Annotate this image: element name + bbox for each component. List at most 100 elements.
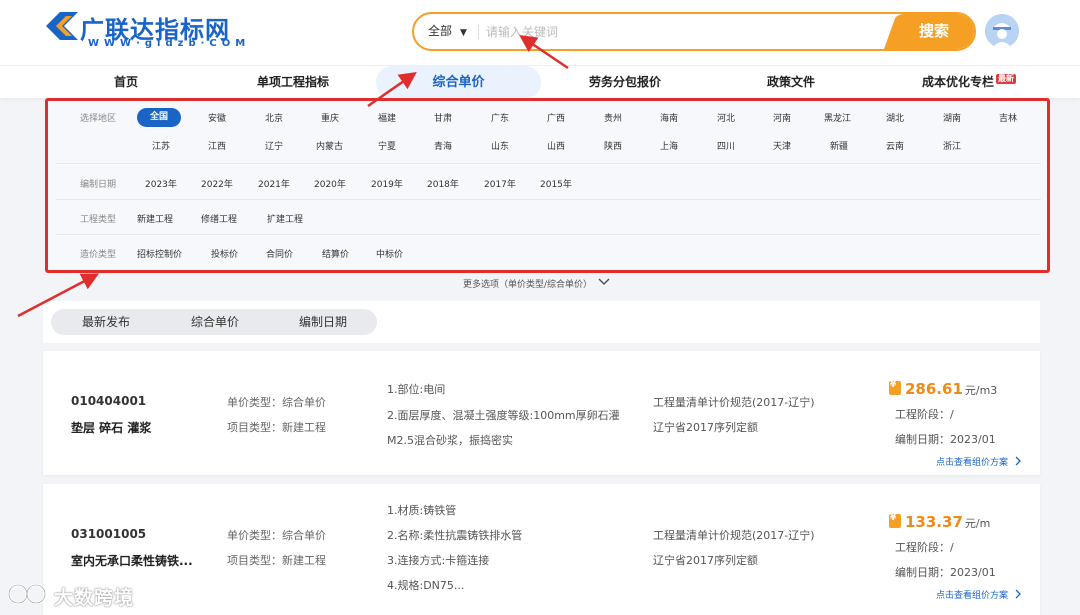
item-desc-line: 3.连接方式:卡箍连接 [387,554,490,567]
unit-price-type: 单价类型：综合单价 [227,529,326,542]
item-title[interactable]: 室内无承口柔性铸铁... [71,552,193,569]
nav-item-labor-quote[interactable]: 劳务分包报价 [589,66,661,99]
sort-date[interactable]: 编制日期 [299,309,347,335]
price-type-option[interactable]: 结算价 [322,247,349,260]
region-option[interactable]: 海南 [660,111,678,124]
price-type-option[interactable]: 中标价 [376,247,403,260]
search-scope-label: 全部 [428,24,453,38]
user-avatar[interactable] [985,14,1019,48]
price-type-option[interactable]: 投标价 [211,247,238,260]
item-norm: 工程量清单计价规范(2017-辽宁) [653,529,815,542]
date-option[interactable]: 2018年 [427,177,459,190]
region-option[interactable]: 天津 [773,139,791,152]
date-option[interactable]: 2022年 [201,177,233,190]
price-tag-icon [889,513,901,528]
search-scope-select[interactable]: 全部 ▼ [428,14,467,49]
item-date: 编制日期：2023/01 [895,433,996,446]
item-title[interactable]: 垫层 碎石 灌浆 [71,419,151,436]
more-options-toggle[interactable]: 更多选项（单价类型/综合单价） [463,277,610,290]
nav-item-project-index[interactable]: 单项工程指标 [257,66,329,99]
sort-bar: 最新发布 综合单价 编制日期 [43,301,1040,343]
project-type-option[interactable]: 新建工程 [137,212,173,225]
date-option[interactable]: 2023年 [145,177,177,190]
region-option[interactable]: 山西 [547,139,565,152]
user-icon [985,14,1019,48]
item-desc-line: 2.名称:柔性抗震铸铁排水管 [387,529,523,542]
logo-url: WWW·gldzb·COM [88,38,251,49]
view-pricing-label: 点击查看组价方案 [936,458,1009,468]
nav-item-home[interactable]: 首页 [114,66,138,99]
view-pricing-link[interactable]: 点击查看组价方案 [936,588,1022,601]
region-option[interactable]: 河北 [717,111,735,124]
region-option[interactable]: 安徽 [208,111,226,124]
view-pricing-link[interactable]: 点击查看组价方案 [936,455,1022,468]
date-option[interactable]: 2019年 [371,177,403,190]
caret-down-icon: ▼ [460,28,467,38]
region-option[interactable]: 全国 [137,108,182,127]
price-type-option[interactable]: 招标控制价 [137,247,182,260]
date-option[interactable]: 2020年 [314,177,346,190]
filter-label-date: 编制日期 [80,180,117,190]
search-input[interactable] [486,14,876,49]
watermark: 大数跨境 [6,580,146,610]
region-option[interactable]: 宁夏 [378,139,396,152]
date-option[interactable]: 2017年 [484,177,516,190]
search-button[interactable]: 搜索 [884,14,974,49]
region-option[interactable]: 浙江 [943,139,961,152]
region-option[interactable]: 广东 [491,111,509,124]
date-option[interactable]: 2015年 [540,177,572,190]
region-option[interactable]: 内蒙古 [316,139,343,152]
filter-label-price-type: 造价类型 [80,250,117,260]
item-desc-line: 2.面层厚度、混凝土强度等级:100mm厚卵石灌 [387,409,620,422]
region-option[interactable]: 青海 [434,139,452,152]
filter-panel: 选择地区 全国 安徽 北京 重庆 福建 甘肃 广东 广西 贵州 海南 河北 河南… [45,98,1050,273]
sort-unit-price[interactable]: 综合单价 [191,309,239,335]
item-code: 031001005 [71,527,147,541]
region-option[interactable]: 甘肃 [434,111,452,124]
chevron-right-icon [1015,589,1021,599]
region-option[interactable]: 云南 [886,139,904,152]
region-option[interactable]: 河南 [773,111,791,124]
search-box: 全部 ▼ 搜索 [412,12,976,51]
site-logo[interactable]: 广联达指标网 WWW·gldzb·COM [42,10,252,50]
region-option[interactable]: 江苏 [152,139,170,152]
project-type-option[interactable]: 扩建工程 [267,212,303,225]
region-option[interactable]: 福建 [378,111,396,124]
item-desc-line: 1.材质:铸铁管 [387,504,457,517]
region-option[interactable]: 新疆 [830,139,848,152]
region-option[interactable]: 北京 [265,111,283,124]
new-badge: 最新 [996,74,1017,84]
result-card[interactable]: 031001005 室内无承口柔性铸铁... 单价类型：综合单价 项目类型：新建… [43,484,1040,615]
filter-row-project-type: 工程类型 新建工程 修缮工程 扩建工程 [56,200,1041,235]
region-option[interactable]: 四川 [717,139,735,152]
region-option[interactable]: 重庆 [321,111,339,124]
result-card[interactable]: 010404001 垫层 碎石 灌浆 单价类型：综合单价 项目类型：新建工程 1… [43,351,1040,475]
filter-row-region: 选择地区 全国 安徽 北京 重庆 福建 甘肃 广东 广西 贵州 海南 河北 河南… [56,101,1041,164]
chevron-right-icon [1015,456,1021,466]
project-type: 项目类型：新建工程 [227,421,326,434]
price-type-option[interactable]: 合同价 [266,247,293,260]
region-option[interactable]: 吉林 [999,111,1017,124]
filter-label-project-type: 工程类型 [80,215,117,225]
sort-latest[interactable]: 最新发布 [82,309,130,335]
region-option[interactable]: 陕西 [604,139,622,152]
region-option[interactable]: 贵州 [604,111,622,124]
item-desc-line: 1.部位:电间 [387,383,446,396]
region-option[interactable]: 山东 [491,139,509,152]
site-header: 广联达指标网 WWW·gldzb·COM 全部 ▼ 搜索 [0,0,1080,65]
region-option[interactable]: 广西 [547,111,565,124]
region-option[interactable]: 江西 [208,139,226,152]
region-option[interactable]: 黑龙江 [824,111,851,124]
region-option[interactable]: 辽宁 [265,139,283,152]
nav-item-unit-price[interactable]: 综合单价 [376,66,541,99]
region-option[interactable]: 湖北 [886,111,904,124]
nav-item-policy[interactable]: 政策文件 [767,66,815,99]
unit-price-type: 单价类型：综合单价 [227,396,326,409]
date-option[interactable]: 2021年 [258,177,290,190]
nav-item-cost-optimization[interactable]: 成本优化专栏 最新 [922,66,1017,99]
price-value: 133.37 [905,513,963,531]
item-desc-line: 4.规格:DN75... [387,579,465,592]
project-type-option[interactable]: 修缮工程 [201,212,237,225]
region-option[interactable]: 湖南 [943,111,961,124]
region-option[interactable]: 上海 [660,139,678,152]
